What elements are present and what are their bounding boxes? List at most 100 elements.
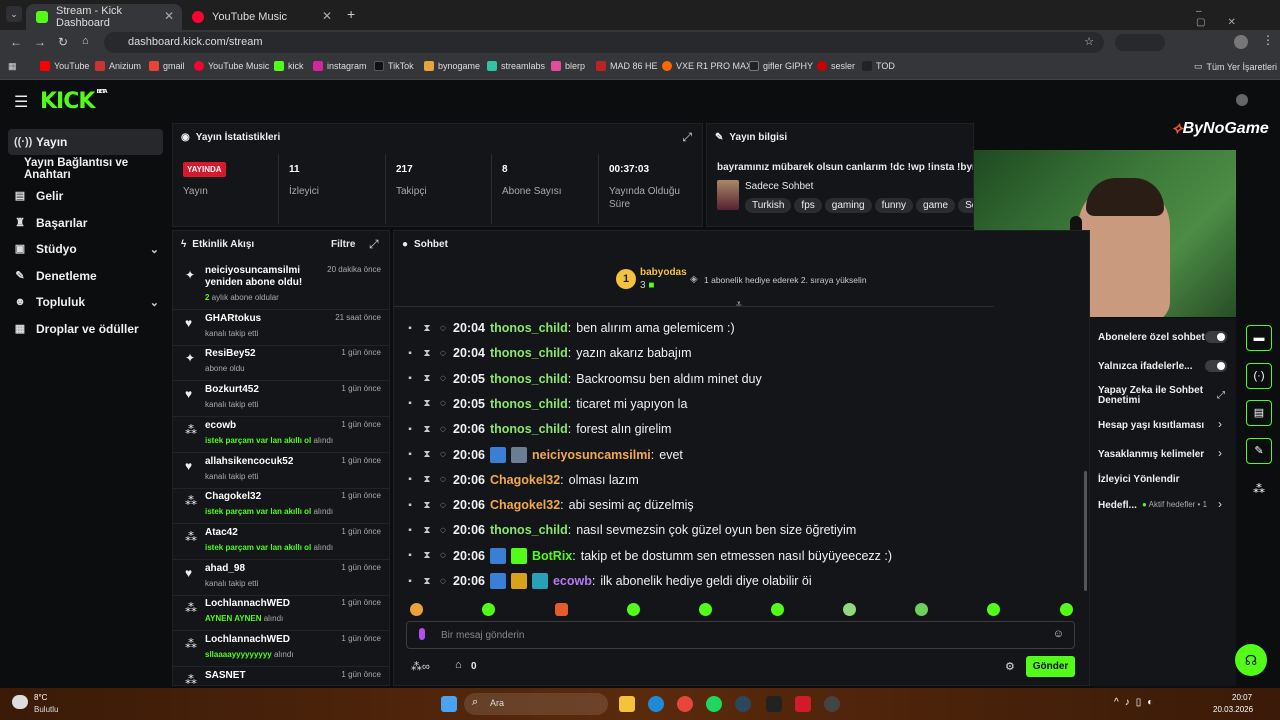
timeout-icon[interactable]: ⧗ <box>421 373 433 384</box>
emote-icon[interactable] <box>555 603 568 616</box>
menu-icon[interactable]: ⋮ <box>1262 33 1274 47</box>
send-button[interactable]: Gönder <box>1026 656 1075 677</box>
hamburger-menu-icon[interactable]: ☰ <box>14 92 28 112</box>
ban-icon[interactable]: ◌ <box>438 525 448 536</box>
epic-games-icon[interactable] <box>766 696 782 712</box>
people-icon[interactable]: ⁂ <box>1253 482 1265 496</box>
event-item[interactable]: ⁂ Atac42 1 gün önce istek parçam var lan… <box>173 524 389 560</box>
delete-message-icon[interactable]: ▪ <box>404 424 416 435</box>
windows-start-icon[interactable] <box>441 696 457 712</box>
bookmark-youtube-music[interactable]: YouTube Music <box>194 61 269 71</box>
emote-icon[interactable] <box>410 603 423 616</box>
delete-message-icon[interactable]: ▪ <box>404 576 416 587</box>
message-username[interactable]: Chagokel32 <box>490 498 560 512</box>
clock-time[interactable]: 20:07 <box>1232 693 1252 702</box>
chat-scrollbar[interactable] <box>1084 471 1087 591</box>
url-input[interactable]: dashboard.kick.com/stream ☆ <box>104 32 1104 53</box>
event-item[interactable]: ✦ ResiBey52 1 gün önce abone oldu <box>173 345 389 382</box>
tag[interactable]: Soh <box>958 198 973 213</box>
event-item[interactable]: ⁂ Chagokel32 1 gün önce istek parçam var… <box>173 488 389 525</box>
timeout-icon[interactable]: ⧗ <box>421 474 433 485</box>
timeout-icon[interactable]: ⧗ <box>421 424 433 435</box>
chrome-icon[interactable] <box>677 696 693 712</box>
sub-only-toggle[interactable] <box>1205 331 1227 343</box>
emote-icon[interactable] <box>482 603 495 616</box>
timeout-icon[interactable]: ⧗ <box>421 398 433 409</box>
delete-message-icon[interactable]: ▪ <box>404 373 416 384</box>
close-tab-icon[interactable]: ✕ <box>322 9 332 23</box>
home-icon[interactable]: ⌂ <box>82 35 89 47</box>
apps-icon[interactable]: ▦ <box>8 61 17 72</box>
microphone-icon[interactable] <box>419 628 425 640</box>
reload-icon[interactable]: ↻ <box>58 35 68 49</box>
spotify-icon[interactable] <box>706 696 722 712</box>
event-item[interactable]: ♥ GHARtokus 21 saat önce kanalı takip et… <box>173 310 389 346</box>
user-avatar[interactable] <box>1236 94 1248 106</box>
forward-icon[interactable]: → <box>34 35 46 49</box>
delete-message-icon[interactable]: ▪ <box>404 348 416 359</box>
scroll-down-icon[interactable]: ⩡ <box>736 299 742 310</box>
viewer-redirect-label[interactable]: İzleyici Yönlendir <box>1098 474 1180 485</box>
chevron-right-icon[interactable]: › <box>1218 446 1222 460</box>
sidebar-item-studyo[interactable]: ▣ Stüdyo ⌄ <box>8 236 163 262</box>
chevron-right-icon[interactable]: › <box>1218 417 1222 431</box>
kick-logo[interactable]: KICK BETA <box>40 89 108 114</box>
tab-list-icon[interactable]: ⌄ <box>6 6 22 22</box>
chat-message[interactable]: ▪ ⧗ ◌ 20:06 Chagokel32: olması lazım <box>404 471 639 489</box>
ai-moderation-label[interactable]: Yapay Zeka ile Sohbet Denetimi <box>1098 386 1208 406</box>
timeout-icon[interactable]: ⧗ <box>421 500 433 511</box>
message-username[interactable]: thonos_child <box>490 372 568 386</box>
sidebar-item-denetleme[interactable]: ✎ Denetleme <box>8 263 163 289</box>
bookmark-giphy[interactable]: gifler GIPHY <box>749 61 813 71</box>
event-item[interactable]: ⁂ LochlannachWED 1 gün önce sllaaaayyyyy… <box>173 631 389 667</box>
chat-message[interactable]: ▪ ⧗ ◌ 20:04 thonos_child: yazın akarız b… <box>404 344 691 362</box>
bookmark-star-icon[interactable]: ☆ <box>1084 32 1094 53</box>
tab-youtube-music[interactable]: YouTube Music ✕ <box>182 4 340 30</box>
timeout-icon[interactable]: ⧗ <box>421 449 433 460</box>
tag[interactable]: funny <box>874 198 914 213</box>
chat-message[interactable]: ▪ ⧗ ◌ 20:06 thonos_child: forest alın gi… <box>404 420 671 438</box>
sidebar-item-gelir[interactable]: ▤ Gelir <box>8 183 163 209</box>
window-controls[interactable]: –▢✕ <box>1196 6 1280 28</box>
delete-message-icon[interactable]: ▪ <box>404 449 416 460</box>
message-username[interactable]: ecowb <box>553 574 592 588</box>
chat-message[interactable]: ▪ ⧗ ◌ 20:06 neiciyosuncamsilmi: evet <box>404 446 683 464</box>
tag[interactable]: fps <box>794 198 822 213</box>
event-item[interactable]: ⁂ LochlannachWED 1 gün önce AYNEN AYNEN … <box>173 595 389 632</box>
sidebar-item-yayin[interactable]: ((·)) Yayın <box>8 129 163 155</box>
account-age-label[interactable]: Hesap yaşı kısıtlaması <box>1098 420 1204 431</box>
tab-kick-dashboard[interactable]: Stream - Kick Dashboard ✕ <box>26 4 182 30</box>
bookmark-kick[interactable]: kick <box>274 61 304 71</box>
banned-words-label[interactable]: Yasaklanmış kelimeler <box>1098 449 1204 460</box>
close-tab-icon[interactable]: ✕ <box>164 9 174 23</box>
bookmark-vxe[interactable]: VXE R1 PRO MAX <box>662 61 752 71</box>
expand-icon[interactable]: ⤢ <box>682 130 692 145</box>
chat-message[interactable]: ▪ ⧗ ◌ 20:06 BotRix: takip et be dostumm … <box>404 547 892 565</box>
ban-icon[interactable]: ◌ <box>438 449 448 460</box>
chat-icon[interactable]: ▬ <box>1246 325 1272 351</box>
bookmark-streamlabs[interactable]: streamlabs <box>487 61 545 71</box>
event-item[interactable]: ⁂ ecowb 1 gün önce istek parçam var lan … <box>173 417 389 453</box>
timeout-icon[interactable]: ⧗ <box>421 576 433 587</box>
profile-avatar-icon[interactable] <box>1234 35 1248 49</box>
bookmark-youtube[interactable]: YouTube <box>40 61 89 71</box>
bookmark-tiktok[interactable]: TikTok <box>374 61 414 71</box>
all-bookmarks-folder[interactable]: ▭ Tüm Yer İşaretleri <box>1194 61 1277 72</box>
bookmark-gmail[interactable]: gmail <box>149 61 185 71</box>
back-icon[interactable]: ← <box>10 35 22 49</box>
message-username[interactable]: thonos_child <box>490 422 568 436</box>
ban-icon[interactable]: ◌ <box>438 398 448 409</box>
store-icon[interactable]: ⌂ <box>455 659 462 671</box>
emote-only-toggle[interactable] <box>1205 360 1227 372</box>
steam-icon[interactable] <box>735 696 751 712</box>
event-item[interactable]: ✦ neiciyosuncamsilmi yeniden abone oldu!… <box>173 262 389 310</box>
ban-icon[interactable]: ◌ <box>438 348 448 359</box>
ban-icon[interactable]: ◌ <box>438 500 448 511</box>
tag[interactable]: game <box>916 198 956 213</box>
emote-icon[interactable] <box>699 603 712 616</box>
sidebar-item-topluluk[interactable]: ☻ Topluluk ⌄ <box>8 289 163 315</box>
chevron-right-icon[interactable]: › <box>1218 497 1222 511</box>
printer-icon[interactable]: ▤ <box>1246 400 1272 426</box>
ban-icon[interactable]: ◌ <box>438 424 448 435</box>
taskbar-search[interactable]: ⌕ Ara <box>464 693 608 715</box>
